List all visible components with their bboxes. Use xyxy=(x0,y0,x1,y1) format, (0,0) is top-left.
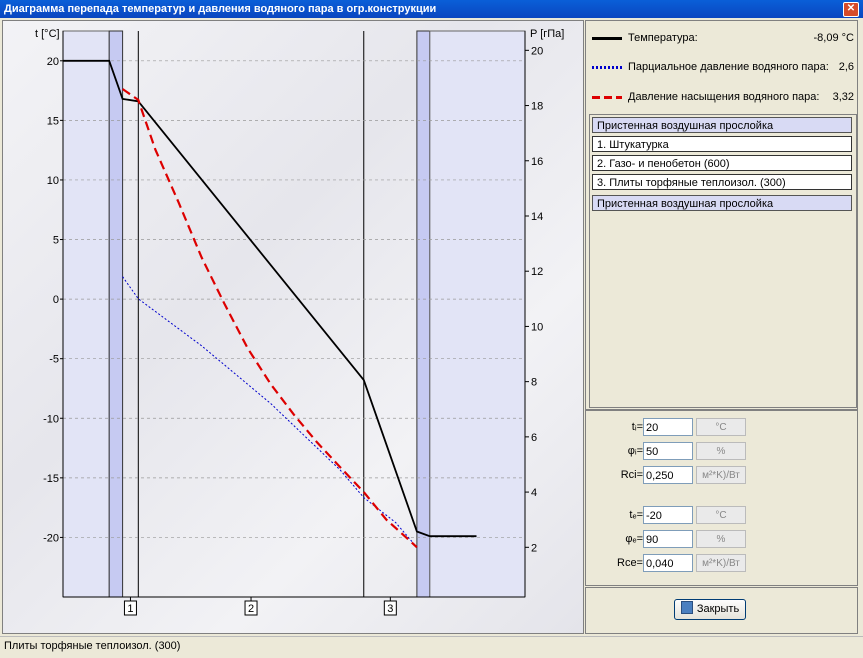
list-item[interactable]: 1. Штукатурка xyxy=(592,136,852,152)
window-title: Диаграмма перепада температур и давления… xyxy=(4,3,437,15)
inner-air-band xyxy=(62,30,110,598)
left-tick-label: -20 xyxy=(43,532,59,544)
list-item[interactable]: 3. Плиты торфяные теплоизол. (300) xyxy=(592,174,852,190)
saturation-pressure-line-swatch xyxy=(592,96,622,99)
left-tick-label: -15 xyxy=(43,473,59,485)
close-door-icon xyxy=(680,601,693,614)
status-text: Плиты торфяные теплоизол. (300) xyxy=(4,640,181,652)
param-te-label: tₑ= xyxy=(629,509,643,521)
rse-unit: м²*K)/Вт xyxy=(696,554,746,572)
param-phie-row: φₑ= 90 % xyxy=(586,530,857,550)
left-tick-label: 20 xyxy=(47,56,59,68)
layer-marker-label: 1 xyxy=(127,603,133,615)
param-phii-row: φᵢ= 50 % xyxy=(586,442,857,462)
layer-marker-label: 3 xyxy=(387,603,393,615)
parameters-panel: tᵢ= 20 °C φᵢ= 50 % Rсi= 0,250 м²*K)/Вт t… xyxy=(585,410,858,586)
close-button-label: Закрыть xyxy=(696,603,740,615)
right-tick-label: 16 xyxy=(531,156,543,168)
left-tick-label: -10 xyxy=(43,413,59,425)
param-rse-row: Rсe= 0,040 м²*K)/Вт xyxy=(586,554,857,574)
temperature-series-line xyxy=(63,59,477,538)
right-tick-label: 20 xyxy=(531,45,543,57)
right-tick-label: 14 xyxy=(531,211,543,223)
temperature-line-swatch xyxy=(592,37,622,40)
legend-saturation-pressure: Давление насыщения водяного пара: 3,32 xyxy=(592,89,854,105)
phii-input[interactable]: 50 xyxy=(643,442,693,460)
te-input[interactable]: -20 xyxy=(643,506,693,524)
right-axis-label: P [гПа] xyxy=(530,28,564,40)
footer-panel: Закрыть xyxy=(585,587,858,634)
legend-partial-value: 2,6 xyxy=(838,61,854,73)
temperature-pressure-chart: 20151050-5-10-15-202018161412108642 123 … xyxy=(35,28,564,616)
legend-and-layers-panel: Температура: -8,09 °C Парциальное давлен… xyxy=(585,20,858,410)
left-axis-label: t [°C] xyxy=(35,28,60,40)
ti-input[interactable]: 20 xyxy=(643,418,693,436)
te-unit: °C xyxy=(696,506,746,524)
param-rsi-row: Rсi= 0,250 м²*K)/Вт xyxy=(586,466,857,486)
chart-panel: 20 15 10 5 0 -5 -10 -15 -20 20 18 16 14 12 10 8 6 4 2 123 … xyxy=(2,20,584,634)
status-bar: Плиты торфяные теплоизол. (300) xyxy=(0,636,863,658)
param-te-row: tₑ= -20 °C xyxy=(586,506,857,526)
right-tick-label: 4 xyxy=(531,487,537,499)
layers-list: Пристенная воздушная прослойка 1. Штукат… xyxy=(589,114,857,408)
window-close-icon[interactable]: ✕ xyxy=(843,2,859,17)
right-tick-label: 6 xyxy=(531,432,537,444)
close-button[interactable]: Закрыть xyxy=(674,599,746,620)
rsi-input[interactable]: 0,250 xyxy=(643,466,693,484)
legend-temperature-label: Температура: xyxy=(628,32,698,44)
saturation-pressure-series-line xyxy=(121,88,418,549)
left-tick-label: 5 xyxy=(53,235,59,247)
right-tick-label: 10 xyxy=(531,321,543,333)
param-phii-label: φᵢ= xyxy=(627,445,643,457)
right-tick-label: 2 xyxy=(531,542,537,554)
list-item[interactable]: Пристенная воздушная прослойка xyxy=(592,195,852,211)
ti-unit: °C xyxy=(696,418,746,436)
phie-input[interactable]: 90 xyxy=(643,530,693,548)
outer-air-band-dark xyxy=(416,30,431,598)
legend-temperature-value: -8,09 °C xyxy=(813,32,854,44)
legend-partial-pressure: Парциальное давление водяного пара: 2,6 xyxy=(592,59,854,75)
outer-air-band xyxy=(429,30,526,598)
param-rse-label: Rсe= xyxy=(617,557,643,569)
partial-pressure-line-swatch xyxy=(592,66,622,69)
legend-saturation-value: 3,32 xyxy=(832,91,854,103)
left-tick-label: 0 xyxy=(53,294,59,306)
param-ti-row: tᵢ= 20 °C xyxy=(586,418,857,438)
phie-unit: % xyxy=(696,530,746,548)
right-tick-label: 8 xyxy=(531,377,537,389)
left-tick-label: 10 xyxy=(47,175,59,187)
rse-input[interactable]: 0,040 xyxy=(643,554,693,572)
list-item[interactable]: 2. Газо- и пенобетон (600) xyxy=(592,155,852,171)
list-item[interactable]: Пристенная воздушная прослойка xyxy=(592,117,852,133)
param-phie-label: φₑ= xyxy=(625,533,643,545)
legend-partial-label: Парциальное давление водяного пара: xyxy=(628,61,829,73)
param-ti-label: tᵢ= xyxy=(631,421,643,433)
right-tick-label: 12 xyxy=(531,266,543,278)
left-tick-label: 15 xyxy=(47,115,59,127)
legend-saturation-label: Давление насыщения водяного пара: xyxy=(628,91,820,103)
partial-pressure-series-line xyxy=(122,276,418,548)
rsi-unit: м²*K)/Вт xyxy=(696,466,746,484)
right-tick-label: 18 xyxy=(531,101,543,113)
param-rsi-label: Rсi= xyxy=(620,469,643,481)
layer-marker-label: 2 xyxy=(248,603,254,615)
phii-unit: % xyxy=(696,442,746,460)
inner-air-band-dark xyxy=(108,30,124,598)
left-tick-label: -5 xyxy=(49,354,59,366)
legend-temperature: Температура: -8,09 °C xyxy=(592,30,854,46)
title-bar: Диаграмма перепада температур и давления… xyxy=(0,0,863,18)
